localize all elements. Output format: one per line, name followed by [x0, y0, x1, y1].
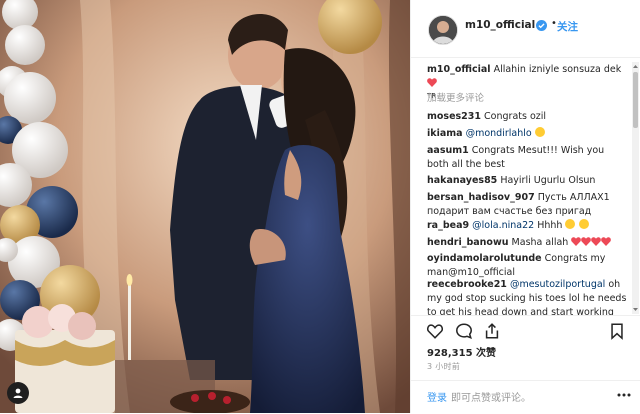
comment-username[interactable]: hakanayes85	[427, 175, 497, 186]
post-timestamp[interactable]: 3 小时前	[427, 361, 460, 372]
comment-text: Congrats ozil	[484, 111, 547, 122]
login-prompt: 登录 即可点赞或评论。	[411, 380, 640, 414]
comment-username[interactable]: bersan_hadisov_907	[427, 192, 535, 203]
share-icon[interactable]	[483, 322, 501, 340]
login-link[interactable]: 登录	[427, 389, 447, 404]
heart-emoji-icon	[591, 237, 602, 246]
comment-text: Masha allah	[511, 237, 569, 248]
avatar-image	[429, 16, 457, 44]
follow-button[interactable]: 关注	[557, 19, 578, 34]
likes-label: 次赞	[476, 348, 497, 359]
post-photo[interactable]	[0, 0, 410, 413]
comment-username[interactable]: moses231	[427, 111, 481, 122]
more-icon[interactable]	[617, 393, 631, 397]
bookmark-icon[interactable]	[608, 322, 626, 340]
list-item: hakanayes85 Hayirli Ugurlu Olsun	[427, 174, 627, 188]
user-tag-icon[interactable]	[7, 382, 29, 404]
post-actions: 928,315 次赞 3 小时前 登录 即可点赞或评论。	[411, 315, 640, 413]
comment-mention[interactable]: @lola.nina22	[472, 220, 534, 231]
heart-emoji-icon	[581, 237, 592, 246]
scroll-down-icon[interactable]	[632, 306, 639, 313]
laughing-emoji-icon	[565, 219, 576, 229]
comment-icon[interactable]	[455, 322, 473, 340]
caption-text: Allahin izniyle sonsuza dek	[493, 64, 622, 75]
comments-scrollbar[interactable]	[632, 62, 639, 314]
comment-username[interactable]: aasum1	[427, 145, 469, 156]
laughing-emoji-icon	[578, 219, 589, 229]
avatar[interactable]	[428, 15, 458, 45]
likes-number: 928,315	[427, 348, 473, 359]
comment-username[interactable]: ikiama	[427, 128, 463, 139]
list-item: hendri_banowu Masha allah	[427, 236, 627, 250]
list-item: bersan_hadisov_907 Пусть АЛЛАХ1 подарит …	[427, 191, 627, 219]
heart-emoji-icon	[571, 237, 582, 246]
list-item: moses231 Congrats ozil	[427, 110, 627, 124]
comment-mention[interactable]: @mondirlahlo	[466, 128, 532, 139]
load-more-comments[interactable]: 加载更多评论	[427, 92, 627, 106]
scroll-up-icon[interactable]	[632, 63, 639, 70]
comments-list[interactable]: m10_official Allahin izniyle sonsuza dek…	[411, 58, 633, 315]
caption-username[interactable]: m10_official	[427, 64, 491, 75]
login-prompt-text: 即可点赞或评论。	[451, 393, 531, 404]
likes-count[interactable]: 928,315 次赞	[427, 344, 496, 359]
comment-text: Hhhh	[537, 220, 563, 231]
list-item: aasum1 Congrats Mesut!!! Wish you both a…	[427, 144, 627, 172]
list-item: ra_bea9 @lola.nina22 Hhhh	[427, 219, 627, 233]
post-header: m10_official • 关注	[411, 0, 640, 58]
user-tag-glyph	[13, 388, 23, 398]
comment-username[interactable]: hendri_banowu	[427, 237, 509, 248]
list-item: oyindamolarolutunde Congrats my man@m10_…	[427, 252, 627, 280]
comment-username[interactable]: reecebrooke21	[427, 279, 507, 290]
verified-icon	[536, 20, 547, 31]
heart-icon[interactable]	[426, 322, 444, 340]
comment-username[interactable]: ra_bea9	[427, 220, 469, 231]
scrollbar-thumb[interactable]	[633, 72, 638, 128]
instagram-post-window: m10_official • 关注 m10_official Allahin i…	[0, 0, 640, 413]
comment-mention[interactable]: @mesutozilportugal	[510, 279, 605, 290]
comment-text: Hayirli Ugurlu Olsun	[500, 175, 596, 186]
photo-illustration	[0, 0, 410, 413]
post-sidebar: m10_official • 关注 m10_official Allahin i…	[410, 0, 640, 413]
heart-eyes-emoji-icon	[534, 127, 545, 137]
list-item: reecebrooke21 @mesutozilportugal oh my g…	[427, 278, 627, 315]
heart-emoji-icon	[427, 78, 437, 87]
heart-emoji-icon	[601, 237, 612, 246]
list-item: ikiama @mondirlahlo	[427, 127, 627, 141]
post-username[interactable]: m10_official	[465, 19, 535, 31]
comment-username[interactable]: oyindamolarolutunde	[427, 253, 542, 264]
